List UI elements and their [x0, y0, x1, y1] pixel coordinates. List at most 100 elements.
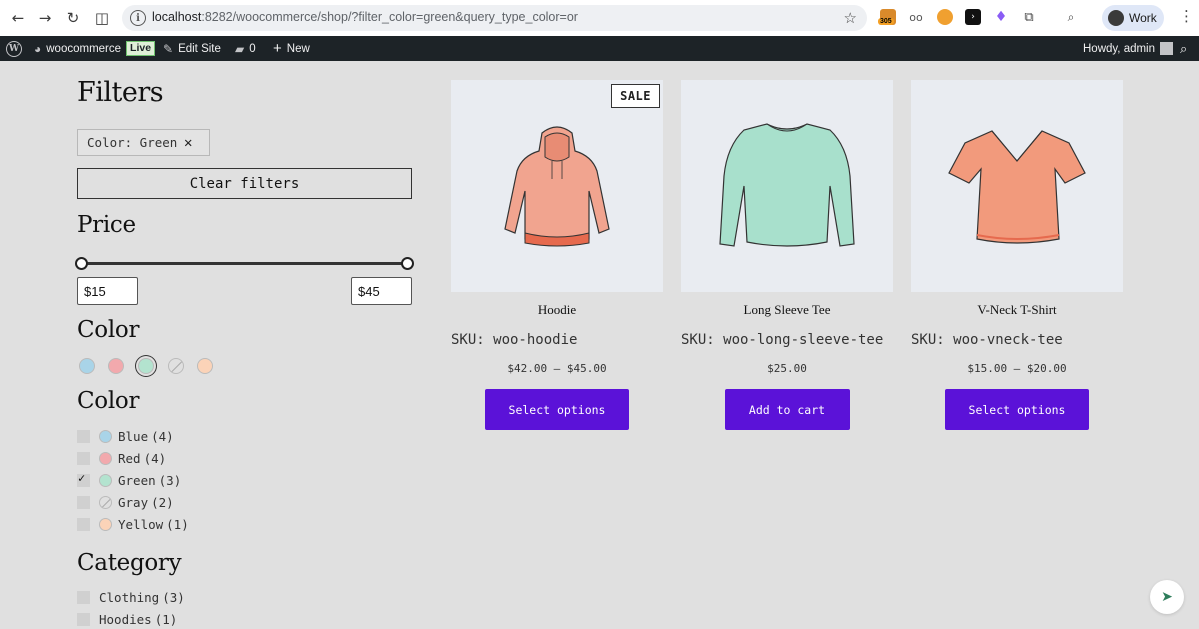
swatch-red[interactable]: [108, 358, 124, 374]
option-label: Yellow: [118, 516, 164, 532]
site-name-link[interactable]: ◕ woocommerce Live: [34, 36, 156, 61]
more-menu-icon[interactable]: ⋮: [1179, 9, 1194, 24]
close-icon[interactable]: ✕: [184, 135, 192, 151]
url-text[interactable]: localhost:8282/woocommerce/shop/?filter_…: [152, 10, 578, 24]
option-label: Red: [118, 450, 141, 466]
price-heading: Price: [77, 212, 136, 238]
color-dot: [99, 429, 112, 443]
live-badge: Live: [126, 41, 156, 56]
checkbox[interactable]: [77, 495, 90, 509]
price-min-input[interactable]: $15: [77, 277, 138, 305]
wp-admin-bar: W ◕ woocommerce Live ✎ Edit Site ▰ 0 + N…: [0, 36, 1199, 61]
edit-site-link[interactable]: ✎ Edit Site: [163, 36, 221, 61]
new-content-link[interactable]: + New: [273, 36, 310, 61]
terminal-extension-icon[interactable]: ›: [965, 9, 981, 25]
product-title[interactable]: Long Sleeve Tee: [681, 302, 893, 318]
swatch-green[interactable]: [138, 358, 154, 374]
checkbox[interactable]: [77, 612, 90, 626]
long-sleeve-tee-illustration: [719, 123, 855, 247]
option-label: Gray: [118, 494, 149, 510]
puzzle-extensions-icon[interactable]: ⧉: [1021, 9, 1037, 25]
checkbox[interactable]: [77, 517, 90, 531]
price-max-handle[interactable]: [401, 257, 414, 270]
tab-search-icon[interactable]: ⌕: [1063, 9, 1079, 25]
swatch-blue[interactable]: [79, 358, 95, 374]
add-to-cart-button[interactable]: Add to cart: [724, 389, 850, 430]
comments-link[interactable]: ▰ 0: [235, 36, 256, 61]
swatch-gray[interactable]: [168, 358, 184, 374]
price-max-input[interactable]: $45: [351, 277, 412, 305]
orange-extension-icon[interactable]: [937, 9, 953, 25]
color-dot: [99, 473, 112, 487]
price-min-handle[interactable]: [75, 257, 88, 270]
product-title[interactable]: V-Neck T-Shirt: [911, 302, 1123, 318]
color-option-gray[interactable]: Gray (2): [77, 493, 174, 511]
address-bar[interactable]: i localhost:8282/woocommerce/shop/?filte…: [122, 5, 867, 31]
swatch-yellow[interactable]: [197, 358, 213, 374]
checkbox[interactable]: [77, 451, 90, 465]
category-option-clothing[interactable]: Clothing (3): [77, 588, 185, 606]
bookmark-star-icon[interactable]: ☆: [844, 9, 857, 27]
option-count: (3): [162, 589, 185, 605]
product-image[interactable]: [681, 80, 893, 292]
color-option-yellow[interactable]: Yellow (1): [77, 515, 189, 533]
color-dot: [99, 495, 112, 509]
extension-badge: 305: [878, 18, 894, 25]
url-path: :8282/woocommerce/shop/?filter_color=gre…: [201, 10, 578, 24]
reload-icon[interactable]: ↻: [63, 8, 83, 28]
product-price: $15.00 – $20.00: [967, 362, 1067, 375]
price-slider-track[interactable]: [81, 262, 408, 265]
hoodie-illustration: [504, 126, 610, 247]
glasses-extension-icon[interactable]: oo: [908, 9, 924, 25]
color-list-heading: Color: [77, 388, 140, 414]
category-option-hoodies[interactable]: Hoodies (1): [77, 610, 177, 628]
color-dot: [99, 517, 112, 531]
site-name: woocommerce: [46, 42, 122, 55]
color-option-blue[interactable]: Blue (4): [77, 427, 174, 445]
flask-extension-icon[interactable]: ♦: [993, 9, 1009, 25]
product-image[interactable]: SALE: [451, 80, 663, 292]
new-label: New: [286, 42, 310, 55]
active-filter-chip[interactable]: Color: Green ✕: [77, 129, 210, 156]
product-sku: SKU: woo-vneck-tee: [911, 332, 1063, 348]
send-arrow-icon[interactable]: ➤: [1150, 580, 1184, 614]
forward-arrow-icon[interactable]: →: [35, 8, 55, 28]
option-label: Blue: [118, 428, 149, 444]
product-image[interactable]: [911, 80, 1123, 292]
product-title[interactable]: Hoodie: [451, 302, 663, 318]
product-price: $42.00 – $45.00: [507, 362, 607, 375]
search-icon[interactable]: ⌕: [1180, 36, 1187, 61]
product-card: V-Neck T-Shirt SKU: woo-vneck-tee $15.00…: [911, 80, 1123, 430]
url-host: localhost: [152, 10, 202, 24]
howdy-label: Howdy, admin: [1083, 42, 1156, 55]
profile-label: Work: [1129, 11, 1157, 25]
option-count: (2): [151, 494, 174, 510]
sale-badge: SALE: [611, 84, 660, 108]
product-card: Long Sleeve Tee SKU: woo-long-sleeve-tee…: [681, 80, 893, 430]
color-option-red[interactable]: Red (4): [77, 449, 166, 467]
product-sku: SKU: woo-hoodie: [451, 332, 578, 348]
brush-icon: ✎: [163, 41, 174, 56]
checkbox[interactable]: [77, 590, 90, 604]
dashboard-icon: ◕: [34, 41, 42, 56]
option-count: (1): [166, 516, 189, 532]
wp-logo-icon[interactable]: W: [6, 36, 22, 61]
edit-site-label: Edit Site: [178, 42, 221, 55]
select-options-button[interactable]: Select options: [485, 389, 629, 430]
profile-button[interactable]: Work: [1102, 5, 1164, 31]
option-count: (4): [143, 450, 167, 466]
my-account-link[interactable]: Howdy, admin: [1083, 36, 1174, 61]
color-option-green[interactable]: Green (3): [77, 471, 181, 489]
select-options-button[interactable]: Select options: [945, 389, 1089, 430]
back-arrow-icon[interactable]: ←: [8, 8, 28, 28]
checkbox[interactable]: [77, 429, 90, 443]
color-swatch-heading: Color: [77, 317, 140, 343]
split-view-icon[interactable]: ◫: [92, 8, 112, 28]
vneck-tshirt-illustration: [948, 130, 1086, 244]
clear-filters-button[interactable]: Clear filters: [77, 168, 412, 199]
comment-icon: ▰: [235, 41, 245, 56]
site-info-icon[interactable]: i: [130, 10, 146, 26]
category-heading: Category: [77, 550, 182, 576]
checkbox-checked[interactable]: [77, 471, 90, 487]
product-price: $25.00: [767, 362, 807, 375]
